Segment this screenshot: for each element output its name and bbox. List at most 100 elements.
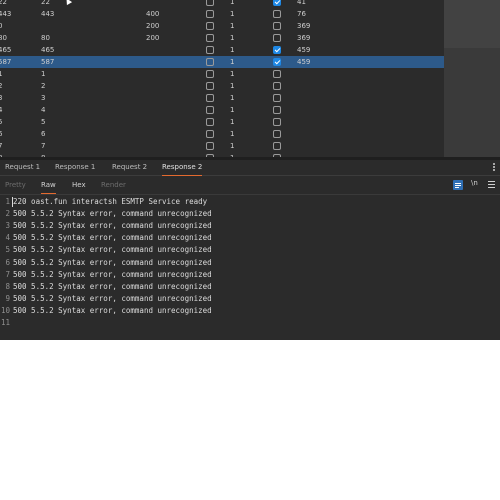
row-checkbox[interactable] xyxy=(273,22,281,30)
row-index-cell: 0 xyxy=(0,22,3,30)
table-row[interactable]: 5 5 1 xyxy=(0,116,444,128)
row-port-cell: 443 xyxy=(41,10,55,18)
line-text: 500 5.5.2 Syntax error, command unrecogn… xyxy=(13,269,212,279)
table-row[interactable]: 6 6 1 xyxy=(0,128,444,140)
row-checkbox[interactable] xyxy=(273,118,281,126)
table-row[interactable]: 465 465 1 459 xyxy=(0,44,444,56)
row-length-cell: 41 xyxy=(297,0,306,6)
row-port-cell: 6 xyxy=(41,130,46,138)
row-port-cell: 80 xyxy=(41,34,50,42)
tab-response-2[interactable]: Response 2 xyxy=(162,160,203,176)
line-number: 11 xyxy=(0,318,10,327)
row-status-cell: 400 xyxy=(146,10,160,18)
row-port-cell: 5 xyxy=(41,118,46,126)
row-checkbox[interactable] xyxy=(273,70,281,78)
row-port-cell: 465 xyxy=(41,46,55,54)
text-caret xyxy=(12,197,13,207)
more-options-icon[interactable] xyxy=(493,163,495,172)
view-tab-pretty[interactable]: Pretty xyxy=(5,176,26,194)
table-row[interactable]: 4 4 1 xyxy=(0,104,444,116)
line-text: 220 oast.fun interactsh ESMTP Service re… xyxy=(13,197,208,206)
row-checkbox[interactable] xyxy=(273,34,281,42)
tab-response-1[interactable]: Response 1 xyxy=(55,160,95,175)
show-newlines-icon[interactable]: \n xyxy=(471,179,478,187)
row-checkbox[interactable] xyxy=(206,22,214,30)
row-index-cell: 5 xyxy=(0,118,3,126)
row-checkbox[interactable] xyxy=(206,34,214,42)
line-text: 500 5.5.2 Syntax error, command unrecogn… xyxy=(13,233,212,243)
row-checkbox[interactable] xyxy=(206,142,214,150)
table-scrollbar[interactable] xyxy=(444,0,500,157)
line-number: 1 xyxy=(5,197,10,206)
row-checkbox[interactable] xyxy=(206,130,214,138)
line-number: 8 xyxy=(5,281,10,291)
view-tab-hex[interactable]: Hex xyxy=(72,176,86,194)
table-row[interactable]: 80 80 200 1 369 xyxy=(0,32,444,44)
row-checkbox[interactable] xyxy=(206,118,214,126)
view-mode-bar: Pretty Raw Hex Render xyxy=(0,176,500,195)
row-checkbox[interactable] xyxy=(273,82,281,90)
row-checkbox[interactable] xyxy=(273,58,281,66)
row-checkbox[interactable] xyxy=(206,94,214,102)
table-row[interactable]: 7 7 1 xyxy=(0,140,444,152)
row-checkbox[interactable] xyxy=(273,0,281,6)
row-checkbox[interactable] xyxy=(273,130,281,138)
table-row[interactable]: 587 587 1 459 xyxy=(0,56,444,68)
message-tab-bar: Request 1 Response 1 Request 2 Response 2 xyxy=(0,160,500,176)
results-table: 22 22 1 41 443 443 400 1 76 0 200 1 369 80 80 200 1 369 46… xyxy=(0,0,444,157)
row-checkbox[interactable] xyxy=(206,82,214,90)
line-number: 10 xyxy=(0,305,10,315)
row-count-cell: 1 xyxy=(230,10,235,18)
row-status-cell: 200 xyxy=(146,34,160,42)
row-port-cell: 22 xyxy=(41,0,50,6)
row-checkbox[interactable] xyxy=(273,94,281,102)
row-count-cell: 1 xyxy=(230,22,235,30)
editor-line: 1 220 oast.fun interactsh ESMTP Service r… xyxy=(0,196,500,208)
app-window: 22 22 1 41 443 443 400 1 76 0 200 1 369 80 80 200 1 369 46… xyxy=(0,0,500,340)
scrollbar-thumb[interactable] xyxy=(444,0,500,48)
line-text: 500 5.5.2 Syntax error, command unrecogn… xyxy=(13,221,212,231)
row-checkbox[interactable] xyxy=(206,106,214,114)
row-index-cell: 7 xyxy=(0,142,3,150)
word-wrap-icon[interactable] xyxy=(453,180,463,190)
row-index-cell: 587 xyxy=(0,58,12,66)
row-index-cell: 3 xyxy=(0,94,3,102)
editor-line: 2 500 5.5.2 Syntax error, command unrecog… xyxy=(0,208,500,220)
row-port-cell: 4 xyxy=(41,106,46,114)
row-checkbox[interactable] xyxy=(206,70,214,78)
row-checkbox[interactable] xyxy=(206,46,214,54)
row-index-cell: 80 xyxy=(0,34,7,42)
row-index-cell: 2 xyxy=(0,82,3,90)
view-tab-raw[interactable]: Raw xyxy=(41,176,56,194)
line-number: 5 xyxy=(5,245,10,255)
table-row[interactable]: 3 3 1 xyxy=(0,92,444,104)
editor-line: 5 500 5.5.2 Syntax error, command unrecog… xyxy=(0,244,500,256)
row-checkbox[interactable] xyxy=(273,10,281,18)
table-row[interactable]: 2 2 1 xyxy=(0,80,444,92)
row-checkbox[interactable] xyxy=(273,46,281,54)
table-row[interactable]: 443 443 400 1 76 xyxy=(0,8,444,20)
row-checkbox[interactable] xyxy=(273,142,281,150)
row-count-cell: 1 xyxy=(230,34,235,42)
editor-line: 8 500 5.5.2 Syntax error, command unrecog… xyxy=(0,281,500,293)
table-row[interactable]: 1 1 1 xyxy=(0,68,444,80)
menu-icon[interactable] xyxy=(488,181,495,190)
line-text: 500 5.5.2 Syntax error, command unrecogn… xyxy=(13,281,212,291)
row-count-cell: 1 xyxy=(230,58,235,66)
row-checkbox[interactable] xyxy=(206,10,214,18)
row-count-cell: 1 xyxy=(230,70,235,78)
tab-request-1[interactable]: Request 1 xyxy=(5,160,40,175)
view-tab-render[interactable]: Render xyxy=(101,176,126,194)
row-checkbox[interactable] xyxy=(206,0,214,6)
row-count-cell: 1 xyxy=(230,0,235,6)
editor-line: 11 xyxy=(0,317,500,329)
table-row[interactable]: 0 200 1 369 xyxy=(0,20,444,32)
row-checkbox[interactable] xyxy=(206,58,214,66)
row-count-cell: 1 xyxy=(230,46,235,54)
response-editor[interactable]: 1 220 oast.fun interactsh ESMTP Service r… xyxy=(0,195,500,340)
row-status-cell: 200 xyxy=(146,22,160,30)
row-checkbox[interactable] xyxy=(273,106,281,114)
row-index-cell: 465 xyxy=(0,46,12,54)
tab-request-2[interactable]: Request 2 xyxy=(112,160,147,175)
row-count-cell: 1 xyxy=(230,118,235,126)
